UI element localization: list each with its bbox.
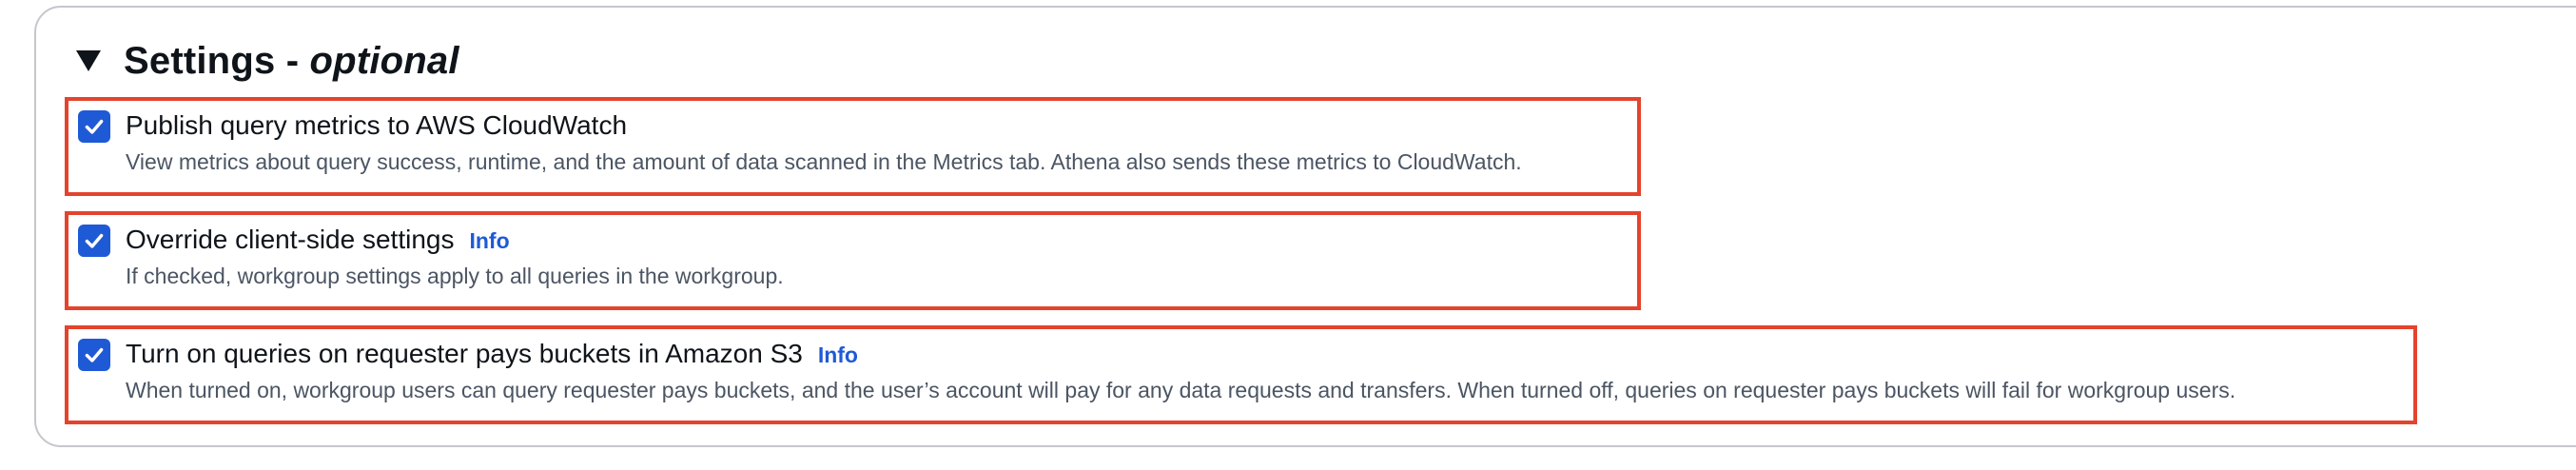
- check-icon: [85, 119, 104, 134]
- requester-pays-checkbox[interactable]: [78, 339, 110, 371]
- option-override-client-settings: Override client-side settings Info If ch…: [65, 211, 1641, 310]
- caret-down-icon: [76, 50, 101, 71]
- requester-pays-label-text: Turn on queries on requester pays bucket…: [126, 339, 803, 368]
- override-client-settings-checkbox[interactable]: [78, 225, 110, 257]
- section-title: Settings - optional: [124, 40, 459, 83]
- publish-metrics-label-text: Publish query metrics to AWS CloudWatch: [126, 110, 628, 140]
- check-icon: [85, 233, 104, 248]
- override-client-settings-label-text: Override client-side settings: [126, 225, 455, 254]
- requester-pays-label[interactable]: Turn on queries on requester pays bucket…: [126, 337, 858, 372]
- option-requester-pays: Turn on queries on requester pays bucket…: [65, 325, 2417, 424]
- override-client-settings-label[interactable]: Override client-side settings Info: [126, 223, 510, 258]
- publish-metrics-label[interactable]: Publish query metrics to AWS CloudWatch: [126, 108, 627, 143]
- section-title-main: Settings -: [124, 39, 310, 82]
- requester-pays-info-link[interactable]: Info: [818, 338, 858, 372]
- option-publish-metrics: Publish query metrics to AWS CloudWatch …: [65, 97, 1641, 196]
- settings-section-toggle[interactable]: Settings - optional: [76, 34, 459, 88]
- check-icon: [85, 347, 104, 362]
- override-client-settings-description: If checked, workgroup settings apply to …: [126, 264, 784, 288]
- override-client-settings-info-link[interactable]: Info: [469, 224, 509, 258]
- publish-metrics-description: View metrics about query success, runtim…: [126, 149, 1522, 174]
- section-title-optional: optional: [309, 39, 459, 82]
- publish-metrics-checkbox[interactable]: [78, 110, 110, 143]
- requester-pays-description: When turned on, workgroup users can quer…: [126, 378, 2236, 402]
